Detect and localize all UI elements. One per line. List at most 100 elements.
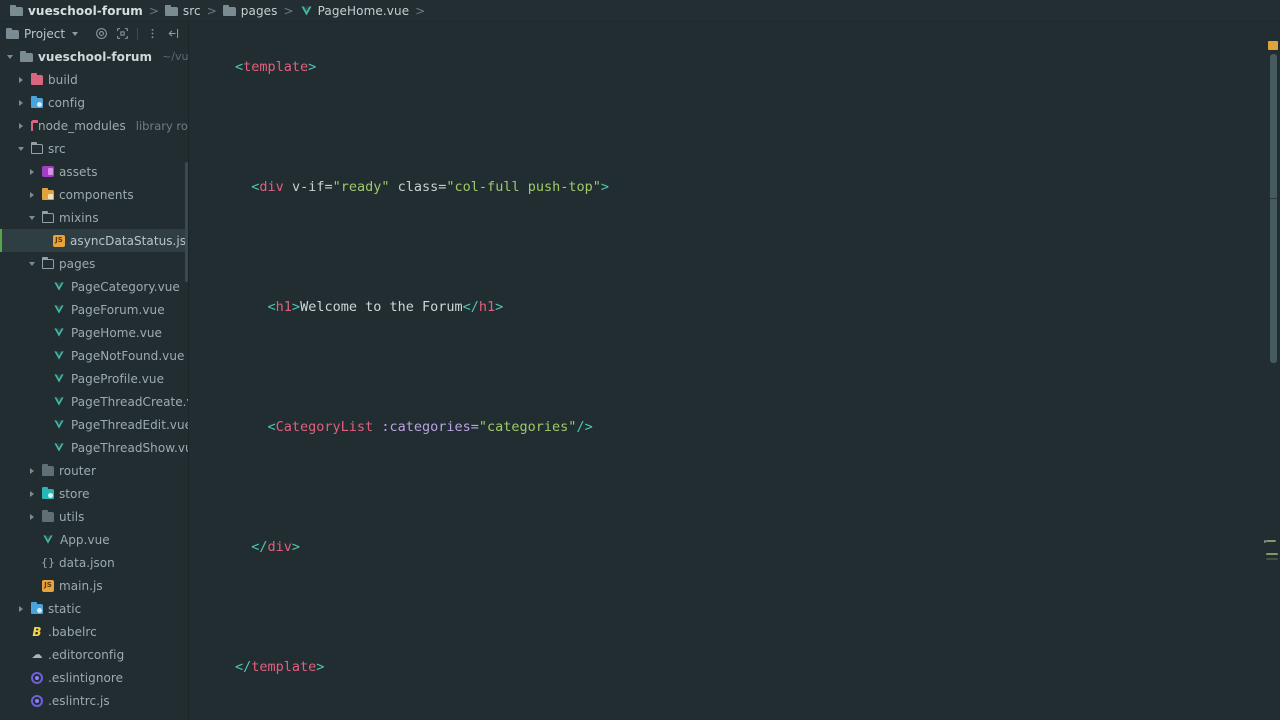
tree-item-components[interactable]: components (0, 183, 188, 206)
project-root-icon (20, 51, 33, 62)
breadcrumb-item-file[interactable]: PageHome.vue (296, 1, 414, 20)
tree-item-src[interactable]: src (0, 137, 188, 160)
tree-item-pagehome-vue[interactable]: PageHome.vue (0, 321, 188, 344)
tree-item-pagethreadshow-vue[interactable]: PageThreadShow.vue (0, 436, 188, 459)
chevron-right-icon[interactable] (28, 167, 37, 176)
tree-item-assets[interactable]: assets (0, 160, 188, 183)
chevron-right-icon[interactable] (28, 466, 37, 475)
folder-dark-icon (42, 510, 54, 522)
chevron-right-icon[interactable] (17, 98, 26, 107)
code-line: <div v-if="ready" class="col-full push-t… (251, 179, 609, 195)
tree-item-pageforum-vue[interactable]: PageForum.vue (0, 298, 188, 321)
change-marker[interactable] (1266, 540, 1276, 542)
chevron-down-icon[interactable] (28, 259, 37, 268)
editorconfig-file-icon: ☁ (31, 648, 43, 661)
editor-scrollbar-thumb[interactable] (1270, 54, 1277, 363)
tree-item-eslintignore[interactable]: .eslintignore (0, 666, 188, 689)
tree-item-pagecategory-vue[interactable]: PageCategory.vue (0, 275, 188, 298)
tree-item-mixins[interactable]: mixins (0, 206, 188, 229)
tree-item-app-vue[interactable]: App.vue (0, 528, 188, 551)
code-content[interactable]: <template> <div v-if="ready" class="col-… (235, 22, 1240, 720)
chevron-right-icon[interactable] (17, 604, 26, 613)
tree-item-babelrc[interactable]: B .babelrc (0, 620, 188, 643)
tree-item-eslintrc-js[interactable]: .eslintrc.js (0, 689, 188, 712)
change-marker[interactable] (1266, 553, 1278, 555)
editor-marker-gutter[interactable] (1264, 22, 1280, 720)
folder-icon (222, 5, 236, 16)
breadcrumb-label: PageHome.vue (317, 3, 410, 18)
code-editor[interactable]: <template> <div v-if="ready" class="col-… (189, 22, 1280, 720)
folder-assets-icon (42, 166, 54, 177)
breadcrumb-separator-icon: > (206, 3, 217, 18)
more-options-icon[interactable] (146, 27, 159, 40)
tree-item-sublabel: library root (135, 118, 188, 133)
tree-item-build[interactable]: build (0, 68, 188, 91)
chevron-down-icon[interactable] (17, 144, 26, 153)
breadcrumb-item-pages[interactable]: pages (219, 1, 282, 20)
tree-item-pagenotfound-vue[interactable]: PageNotFound.vue (0, 344, 188, 367)
project-sidebar: Project vueschool-forum ~/vu build confi… (0, 22, 188, 720)
tree-item-label: .eslintrc.js (48, 693, 110, 708)
tree-item-label: config (48, 95, 86, 110)
tree-item-router[interactable]: router (0, 459, 188, 482)
tree-item-vueschool-forum[interactable]: vueschool-forum ~/vueschc (0, 45, 188, 68)
tree-item-label: PageThreadEdit.vue (71, 417, 188, 432)
locate-target-icon[interactable] (95, 27, 108, 40)
tree-item-label: pages (59, 256, 96, 271)
breadcrumb-separator-icon: > (415, 3, 426, 18)
chevron-down-icon[interactable] (6, 52, 15, 61)
chevron-right-icon[interactable] (17, 121, 26, 130)
project-tool-window-title[interactable]: Project (6, 27, 79, 41)
tree-item-pages[interactable]: pages (0, 252, 188, 275)
json-file-icon: {} (41, 556, 55, 569)
tree-item-utils[interactable]: utils (0, 505, 188, 528)
tree-item-asyncdatastatus-js[interactable]: JS asyncDataStatus.js (0, 229, 188, 252)
tree-item-editorconfig[interactable]: ☁ .editorconfig (0, 643, 188, 666)
chevron-right-icon[interactable] (17, 75, 26, 84)
hide-panel-icon[interactable] (167, 27, 180, 40)
tree-item-pagethreadedit-vue[interactable]: PageThreadEdit.vue (0, 413, 188, 436)
chevron-right-icon[interactable] (28, 489, 37, 498)
chevron-right-icon[interactable] (28, 512, 37, 521)
tree-item-label: main.js (59, 578, 103, 593)
chevron-down-icon[interactable] (28, 213, 37, 222)
editor-gutter[interactable] (189, 22, 235, 720)
tree-item-store[interactable]: store (0, 482, 188, 505)
breadcrumb-item-src[interactable]: src (161, 1, 205, 20)
tree-item-node-modules[interactable]: node_modules library root (0, 114, 188, 137)
tree-item-label: PageHome.vue (71, 325, 162, 340)
sidebar-scrollbar[interactable] (185, 162, 188, 282)
breadcrumb-separator-icon: > (148, 3, 159, 18)
eslint-file-icon (31, 671, 43, 684)
breadcrumb-item-project[interactable]: vueschool-forum (6, 1, 147, 20)
collapse-all-icon[interactable] (116, 27, 129, 40)
tree-item-config[interactable]: config (0, 91, 188, 114)
tree-item-path-hint: ~/vueschc (162, 50, 188, 63)
tree-item-data-json[interactable]: {} data.json (0, 551, 188, 574)
tree-item-static[interactable]: static (0, 597, 188, 620)
tree-item-pageprofile-vue[interactable]: PageProfile.vue (0, 367, 188, 390)
tree-item-pagethreadcreate-vue[interactable]: PageThreadCreate.vue (0, 390, 188, 413)
ide-window: vueschool-forum > src > pages > PageHome… (0, 0, 1280, 720)
tree-item-label: data.json (59, 555, 115, 570)
chevron-right-icon[interactable] (28, 190, 37, 199)
project-file-tree[interactable]: vueschool-forum ~/vueschc build config node_… (0, 45, 188, 720)
tree-item-label: .eslintignore (48, 670, 124, 685)
code-line: </div> (251, 539, 301, 555)
tree-item-label: mixins (59, 210, 99, 225)
tree-item-label: components (59, 187, 134, 202)
tree-item-main-js[interactable]: JS main.js (0, 574, 188, 597)
change-marker[interactable] (1266, 558, 1278, 560)
warning-marker-icon[interactable] (1268, 41, 1278, 50)
